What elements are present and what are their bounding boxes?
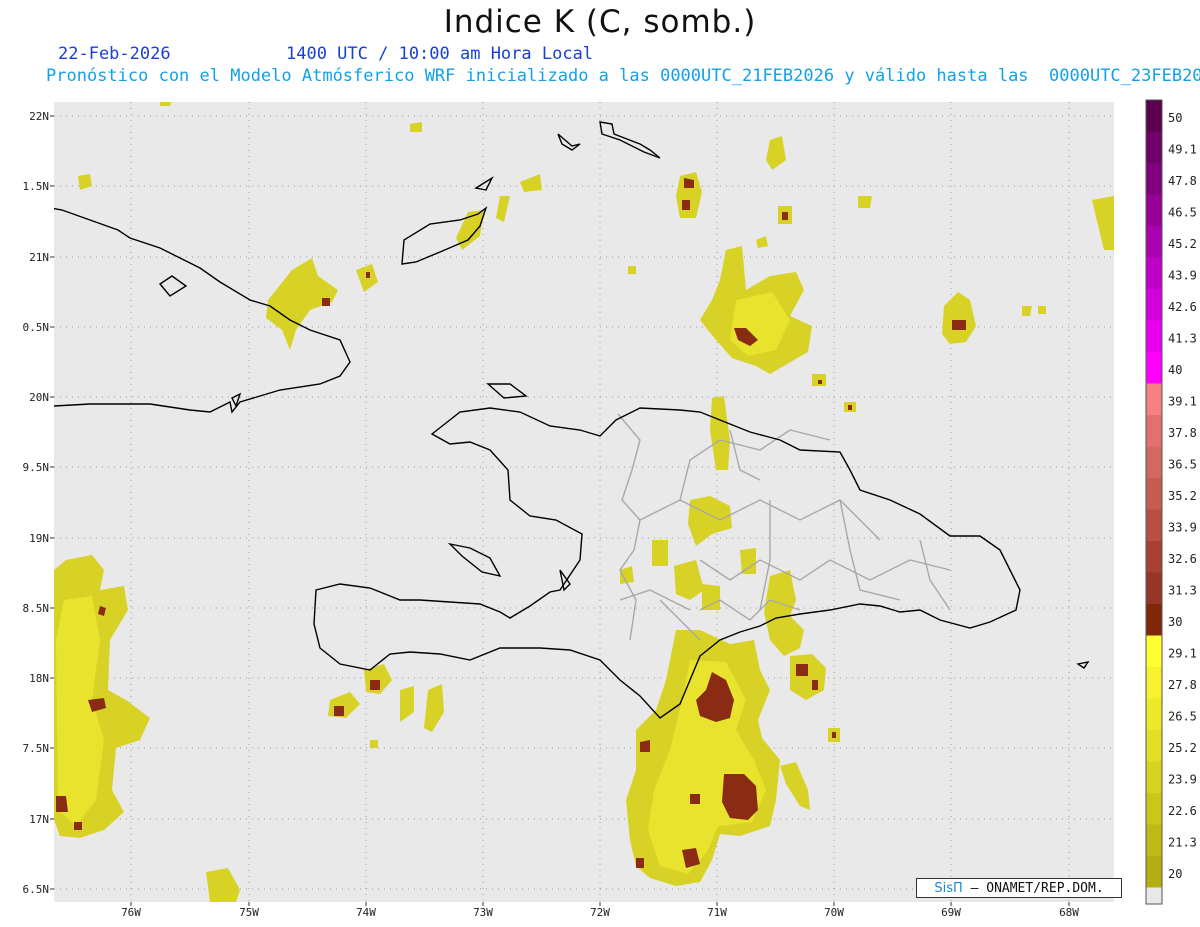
forecast-map: 22N 1.5N 21N 0.5N 20N 9.5N 19N 8.5N 18N … xyxy=(23,99,1197,919)
colorbar-swatch xyxy=(1146,572,1162,605)
colorbar-swatch xyxy=(1146,446,1162,479)
lon-label: 76W xyxy=(121,906,141,919)
colorbar-swatch xyxy=(1146,541,1162,573)
brand-logo: SisΠ xyxy=(934,881,963,896)
colorbar-label: 50 xyxy=(1168,111,1182,125)
colorbar-swatch xyxy=(1146,604,1162,636)
colorbar-swatch xyxy=(1146,856,1162,888)
credit-text: ONAMET/REP.DOM. xyxy=(986,881,1104,896)
lon-label: 69W xyxy=(941,906,961,919)
colorbar-label: 39.1 xyxy=(1168,395,1197,409)
lon-label: 68W xyxy=(1059,906,1079,919)
colorbar-label: 41.3 xyxy=(1168,332,1197,346)
longitude-ticks xyxy=(130,902,1070,906)
colorbar-label: 42.6 xyxy=(1168,300,1197,314)
colorbar-swatch xyxy=(1146,131,1162,164)
lat-label: 21N xyxy=(29,251,49,264)
colorbar-swatch xyxy=(1146,824,1162,857)
colorbar-swatch xyxy=(1146,698,1162,731)
colorbar-label: 33.9 xyxy=(1168,521,1197,535)
credit-separator: – xyxy=(962,881,987,896)
lon-label: 73W xyxy=(473,906,493,919)
colorbar-label: 32.6 xyxy=(1168,552,1197,566)
colorbar-label: 40 xyxy=(1168,363,1182,377)
colorbar-label: 43.9 xyxy=(1168,269,1197,283)
colorbar-label: 35.2 xyxy=(1168,489,1197,503)
colorbar-label: 29.1 xyxy=(1168,647,1197,661)
colorbar-swatch xyxy=(1146,509,1162,542)
lat-label: 8.5N xyxy=(23,602,50,615)
longitude-labels: 76W 75W 74W 73W 72W 71W 70W 69W 68W xyxy=(121,906,1079,919)
lat-label: 18N xyxy=(29,672,49,685)
lat-label: 17N xyxy=(29,813,49,826)
lon-label: 75W xyxy=(239,906,259,919)
lon-label: 74W xyxy=(356,906,376,919)
colorbar-swatch xyxy=(1146,257,1162,290)
colorbar-swatch xyxy=(1146,635,1162,668)
lat-label: 22N xyxy=(29,110,49,123)
colorbar-label: 31.3 xyxy=(1168,584,1197,598)
colorbar-label: 49.1 xyxy=(1168,143,1197,157)
colorbar-label: 25.2 xyxy=(1168,741,1197,755)
lat-label: 19N xyxy=(29,532,49,545)
colorbar-label: 47.8 xyxy=(1168,174,1197,188)
colorbar: 50 49.1 47.8 46.5 45.2 43.9 42.6 41.3 40 39.1 37.8… xyxy=(1145,99,1197,905)
colorbar-swatch xyxy=(1146,100,1162,132)
colorbar-swatch xyxy=(1146,163,1162,195)
colorbar-swatch xyxy=(1146,320,1162,353)
lat-label: 9.5N xyxy=(23,461,50,474)
colorbar-swatch xyxy=(1146,226,1162,258)
colorbar-swatch xyxy=(1146,793,1162,825)
latitude-labels: 22N 1.5N 21N 0.5N 20N 9.5N 19N 8.5N 18N … xyxy=(23,110,50,896)
colorbar-swatch xyxy=(1146,887,1162,904)
colorbar-swatch xyxy=(1146,478,1162,510)
lon-label: 72W xyxy=(590,906,610,919)
colorbar-label: 22.6 xyxy=(1168,804,1197,818)
colorbar-label: 20 xyxy=(1168,867,1182,881)
colorbar-label: 45.2 xyxy=(1168,237,1197,251)
credit-box: SisΠ – ONAMET/REP.DOM. xyxy=(916,878,1122,898)
colorbar-label: 37.8 xyxy=(1168,426,1197,440)
colorbar-swatch xyxy=(1146,667,1162,699)
colorbar-swatch xyxy=(1146,383,1162,416)
colorbar-label: 26.5 xyxy=(1168,710,1197,724)
colorbar-swatch xyxy=(1146,415,1162,447)
map-background xyxy=(54,102,1114,902)
colorbar-label: 46.5 xyxy=(1168,206,1197,220)
colorbar-label: 27.8 xyxy=(1168,678,1197,692)
lat-label: 20N xyxy=(29,391,49,404)
colorbar-swatch xyxy=(1146,352,1162,384)
lat-label: 6.5N xyxy=(23,883,50,896)
colorbar-label: 30 xyxy=(1168,615,1182,629)
lon-label: 71W xyxy=(707,906,727,919)
colorbar-label: 23.9 xyxy=(1168,773,1197,787)
lon-label: 70W xyxy=(824,906,844,919)
colorbar-swatch xyxy=(1146,194,1162,227)
colorbar-swatch xyxy=(1146,730,1162,762)
colorbar-swatch xyxy=(1146,289,1162,321)
colorbar-label: 36.5 xyxy=(1168,458,1197,472)
lat-label: 1.5N xyxy=(23,180,50,193)
lat-label: 7.5N xyxy=(23,742,50,755)
colorbar-label: 21.3 xyxy=(1168,836,1197,850)
colorbar-swatch xyxy=(1146,761,1162,794)
lat-label: 0.5N xyxy=(23,321,50,334)
latitude-ticks xyxy=(50,115,54,890)
